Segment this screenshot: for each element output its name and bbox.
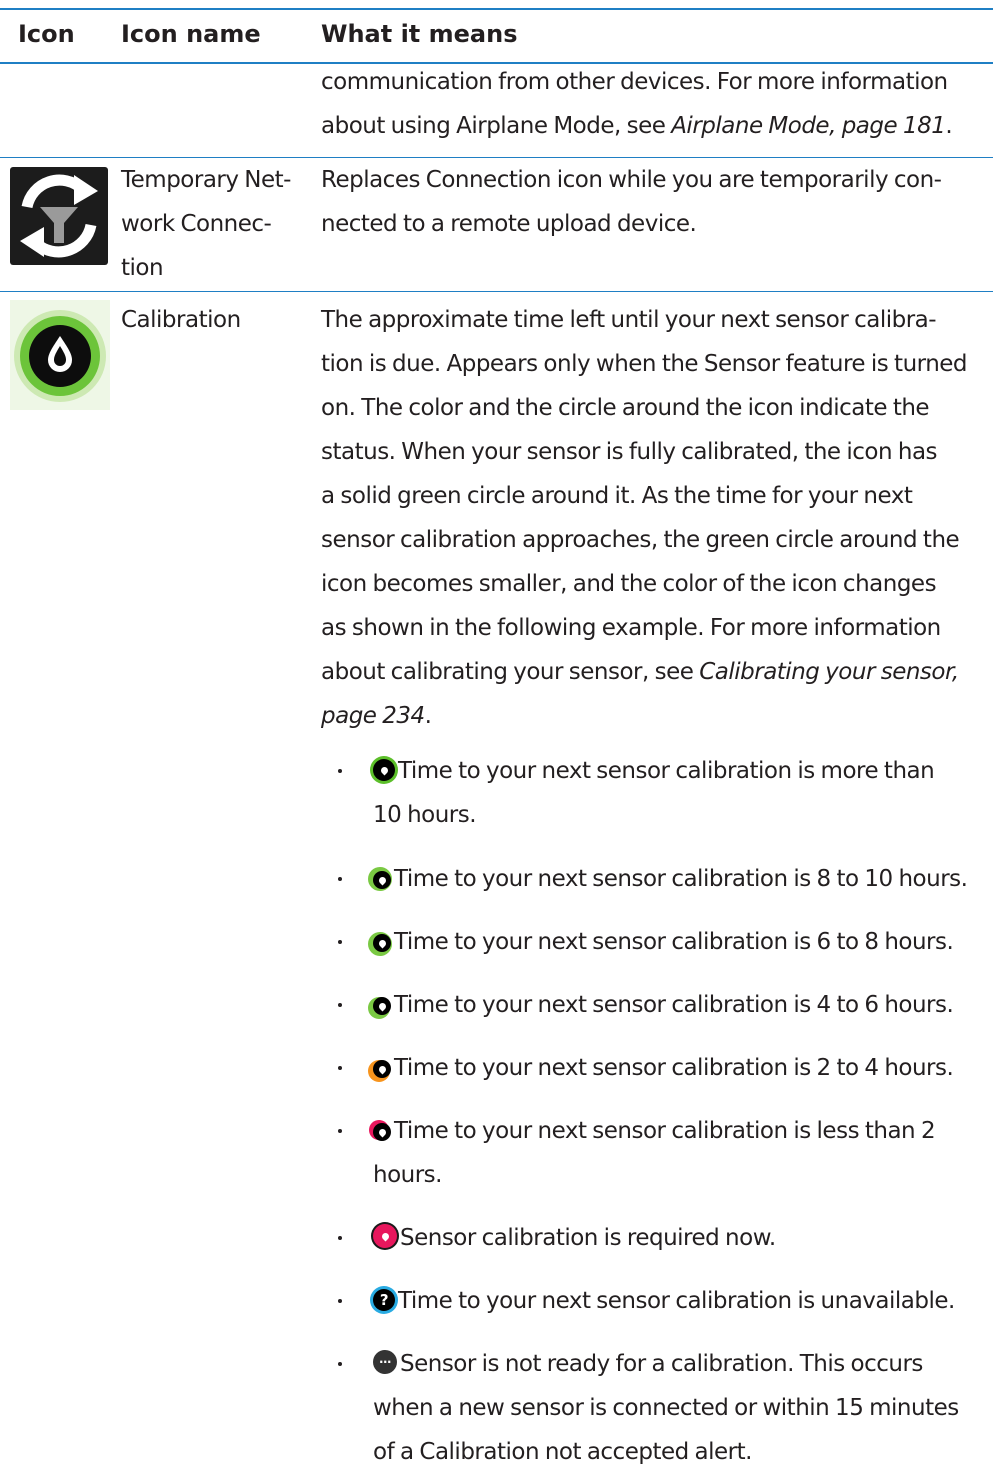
airplane-mode-link[interactable]: Airplane Mode, page 181 xyxy=(671,113,946,139)
bullet-line: ? Time to your next sensor calibration is… xyxy=(373,1279,991,1323)
list-item: Time to your next sensor calibration is … xyxy=(0,749,993,828)
calibration-meaning-line: sensor calibration approaches, the green… xyxy=(321,527,960,553)
list-item: Sensor calibration is required now. xyxy=(0,1216,993,1260)
bullet-line: when a new sensor is connected or within… xyxy=(373,1395,959,1421)
calibration-green-icon xyxy=(373,871,391,889)
bullet-line: hours. xyxy=(373,1162,442,1188)
calibration-name: Calibration xyxy=(121,307,241,333)
header-meaning: What it means xyxy=(321,20,518,48)
temp-network-name-line: Temporary Net- xyxy=(121,167,291,193)
bullet-line: Time to your next sensor calibration is … xyxy=(373,857,991,901)
bullet-line: Time to your next sensor calibration is … xyxy=(373,1109,991,1153)
bullet-line: of a Calibration not accepted alert. xyxy=(373,1439,752,1465)
bullet-dot xyxy=(338,1066,342,1070)
bullet-dot xyxy=(338,1362,342,1366)
list-item: ? Time to your next sensor calibration is… xyxy=(0,1279,993,1323)
calibration-red-low-icon xyxy=(373,1123,391,1141)
calibration-green-full-icon xyxy=(373,759,395,781)
bullet-dot xyxy=(338,1299,342,1303)
bullet-dot xyxy=(338,1236,342,1240)
bullet-line: 10 hours. xyxy=(373,802,477,828)
calibration-meaning-line: a solid green circle around it. As the t… xyxy=(321,483,913,509)
list-item: Time to your next sensor calibration is … xyxy=(0,983,993,1027)
calibration-orange-icon xyxy=(373,1060,391,1078)
list-item: Time to your next sensor calibration is … xyxy=(0,857,993,901)
bullet-dot xyxy=(338,1003,342,1007)
bullet-dot xyxy=(338,940,342,944)
calibration-meaning-line: tion is due. Appears only when the Senso… xyxy=(321,351,968,377)
calibration-required-icon xyxy=(373,1224,397,1248)
list-item: … Sensor is not ready for a calibration. … xyxy=(0,1342,993,1465)
header-icon-name: Icon name xyxy=(121,20,261,48)
list-item: Time to your next sensor calibration is … xyxy=(0,920,993,964)
sync-filter-icon xyxy=(10,167,108,265)
calibration-ref-line: page 234. xyxy=(321,703,432,729)
bullet-line: … Sensor is not ready for a calibration. … xyxy=(373,1342,991,1386)
bullet-line: Sensor calibration is required now. xyxy=(373,1216,991,1260)
continued-line-2: about using Airplane Mode, see Airplane … xyxy=(321,113,953,139)
calibration-not-ready-icon: … xyxy=(373,1350,397,1374)
row-separator xyxy=(0,291,993,292)
calibrating-sensor-link[interactable]: Calibrating your sensor, xyxy=(699,659,959,685)
calibration-green-icon xyxy=(373,934,391,952)
temp-network-meaning-line: Replaces Connection icon while you are t… xyxy=(321,167,942,193)
list-item: Time to your next sensor calibration is … xyxy=(0,1046,993,1090)
calibration-ref-line: about calibrating your sensor, see Calib… xyxy=(321,659,959,685)
continued-line-1: communication from other devices. For mo… xyxy=(321,69,948,95)
calibration-meaning-line: on. The color and the circle around the … xyxy=(321,395,930,421)
bullet-line: Time to your next sensor calibration is … xyxy=(373,983,991,1027)
calibration-meaning-line: status. When your sensor is fully calibr… xyxy=(321,439,938,465)
bullet-line: Time to your next sensor calibration is … xyxy=(373,749,991,793)
temp-network-name-line: tion xyxy=(121,255,164,281)
bullet-line: Time to your next sensor calibration is … xyxy=(373,1046,991,1090)
calibration-unavailable-icon: ? xyxy=(373,1289,395,1311)
calibration-meaning-line: The approximate time left until your nex… xyxy=(321,307,937,333)
list-item: Time to your next sensor calibration is … xyxy=(0,1109,993,1188)
temp-network-meaning-line: nected to a remote upload device. xyxy=(321,211,697,237)
calibration-meaning-line: icon becomes smaller, and the color of t… xyxy=(321,571,937,597)
page: Icon Icon name What it means communicati… xyxy=(0,0,993,1477)
calibration-drop-icon xyxy=(10,300,110,410)
calibrating-sensor-page-link[interactable]: page 234 xyxy=(321,703,425,729)
bullet-dot xyxy=(338,769,342,773)
bullet-dot xyxy=(338,877,342,881)
calibration-meaning-line: as shown in the following example. For m… xyxy=(321,615,941,641)
bullet-line: Time to your next sensor calibration is … xyxy=(373,920,991,964)
calibration-green-icon xyxy=(373,997,391,1015)
bullet-dot xyxy=(338,1129,342,1133)
temp-network-name-line: work Connec- xyxy=(121,211,272,237)
table-header: Icon Icon name What it means xyxy=(0,8,993,64)
header-icon: Icon xyxy=(18,20,75,48)
